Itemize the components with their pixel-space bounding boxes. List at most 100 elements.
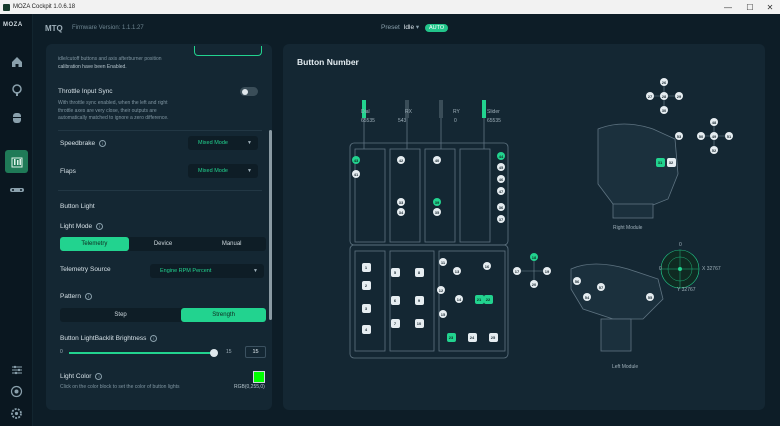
button-marker-b53: 53 — [675, 132, 683, 140]
button-marker-b47: 47 — [497, 187, 505, 195]
left-module-label: Left Module — [612, 364, 639, 370]
chevron-down-icon: ▾ — [415, 24, 420, 31]
speedbrake-label: Speedbrake i — [60, 140, 107, 147]
speedbrake-select[interactable]: Mixed Mode ▼ — [188, 136, 258, 150]
button-marker-b49: 49 — [710, 132, 718, 140]
sidebar-item-throttle[interactable] — [5, 150, 28, 173]
button-marker-b17: 17 — [513, 267, 521, 275]
sidebar-item-settings[interactable] — [5, 402, 28, 425]
button-marker-b54: 54 — [583, 293, 591, 301]
device-name: MTQ — [45, 24, 63, 33]
sidebar-item-home[interactable] — [5, 50, 28, 73]
stick-icon — [9, 187, 24, 192]
auto-badge[interactable]: AUTO — [424, 24, 449, 32]
throttle-sync-toggle[interactable] — [240, 87, 258, 96]
brightness-min: 0 — [60, 349, 63, 355]
button-marker-b10: 10 — [414, 318, 424, 328]
button-marker-b42: 42 — [397, 156, 405, 164]
preset-label: Preset — [381, 24, 400, 31]
button-marker-b44: 44 — [497, 152, 505, 160]
stick-y-value: Y 32767 — [677, 287, 696, 293]
chevron-down-icon: ▼ — [247, 168, 252, 174]
button-marker-b31: 31 — [655, 157, 665, 167]
brightness-slider-knob[interactable] — [210, 349, 218, 357]
moza-logo: MOZA — [3, 22, 23, 28]
settings-scrollbar[interactable] — [269, 130, 272, 320]
button-marker-b48: 48 — [710, 118, 718, 126]
button-marker-b8: 8 — [414, 267, 424, 277]
brightness-max: 15 — [226, 349, 232, 355]
button-marker-b57: 57 — [597, 283, 605, 291]
info-icon: i — [84, 293, 92, 300]
button-marker-b40: 40 — [433, 156, 441, 164]
button-marker-b24: 24 — [467, 332, 477, 342]
close-button[interactable]: ✕ — [760, 0, 780, 14]
button-marker-b33: 33 — [397, 198, 405, 206]
telemetry-source-select[interactable]: Engine RPM Percent ▼ — [150, 264, 264, 278]
light-mode-label: Light Mode i — [60, 223, 104, 230]
light-color-value: RGB(0,255,0) — [234, 384, 265, 390]
button-marker-b26: 26 — [660, 78, 668, 86]
slider-axis-bar — [482, 100, 486, 118]
ry-axis-bar — [439, 100, 443, 118]
throttle-sync-description: With throttle sync enabled, when the lef… — [58, 100, 169, 121]
button-marker-b43: 43 — [352, 156, 360, 164]
pattern-step[interactable]: Step — [60, 308, 181, 322]
divider — [58, 130, 262, 131]
pattern-strength[interactable]: Strength — [181, 308, 266, 322]
sidebar-item-pedals[interactable] — [5, 106, 28, 129]
selected-option-outline — [194, 46, 262, 56]
maximize-button[interactable]: ☐ — [740, 0, 760, 14]
light-color-swatch[interactable] — [253, 371, 265, 383]
info-icon: i — [96, 223, 104, 230]
brightness-input[interactable]: 15 — [245, 346, 266, 358]
button-marker-b1: 1 — [361, 262, 371, 272]
axis-slider-label: Slider — [487, 109, 500, 115]
flaps-select[interactable]: Mixed Mode ▼ — [188, 164, 258, 178]
button-light-title: Button Light — [60, 203, 95, 210]
button-marker-b15: 15 — [439, 310, 447, 318]
light-mode-device[interactable]: Device — [129, 237, 198, 251]
light-mode-telemetry[interactable]: Telemetry — [60, 237, 129, 251]
button-marker-b52: 52 — [710, 146, 718, 154]
button-marker-b20: 20 — [530, 280, 538, 288]
button-marker-b22: 22 — [483, 294, 493, 304]
axis-dial-value: 65535 — [361, 118, 375, 124]
button-marker-b23: 23 — [446, 332, 456, 342]
stick-zero-top: 0 — [679, 242, 682, 248]
button-map-diagram — [349, 82, 729, 359]
button-marker-b14: 14 — [455, 295, 463, 303]
divider — [58, 190, 262, 191]
sidebar-item-wheelbase[interactable] — [5, 78, 28, 101]
light-mode-segmented-control: Telemetry Device Manual — [60, 237, 266, 251]
preset-selector[interactable]: Preset Idle ▾ AUTO — [381, 23, 449, 32]
button-marker-b27: 27 — [646, 92, 654, 100]
sidebar-item-stick[interactable] — [5, 178, 28, 201]
button-marker-b2: 2 — [361, 280, 371, 290]
info-icon: i — [99, 140, 107, 147]
button-marker-b30: 30 — [660, 106, 668, 114]
preset-value: Idle — [403, 24, 415, 31]
button-marker-b50: 50 — [697, 132, 705, 140]
button-marker-b5: 5 — [390, 267, 400, 277]
light-mode-manual[interactable]: Manual — [197, 237, 266, 251]
minimize-button[interactable]: — — [718, 0, 738, 14]
stick-x-value: X 32767 — [702, 266, 721, 272]
right-module-label: Right Module — [613, 225, 643, 231]
stick-zero-left: 0 — [659, 266, 662, 272]
sidebar-item-help[interactable] — [5, 380, 28, 403]
button-marker-b16: 16 — [483, 262, 491, 270]
sidebar-item-sliders[interactable] — [5, 358, 28, 381]
button-marker-b9: 9 — [414, 295, 424, 305]
button-marker-b13: 13 — [453, 267, 461, 275]
button-marker-b56: 56 — [573, 277, 581, 285]
button-marker-b35: 35 — [433, 208, 441, 216]
throttle-sync-title: Throttle Input Sync — [58, 88, 113, 95]
window-titlebar: MOZA Cockpit 1.0.6.18 — ☐ ✕ — [0, 0, 780, 14]
brightness-slider-track[interactable] — [69, 352, 214, 354]
button-marker-b7: 7 — [390, 318, 400, 328]
pattern-segmented-control: Step Strength — [60, 308, 266, 322]
telemetry-source-label: Telemetry Source — [60, 266, 111, 273]
button-marker-b28: 28 — [660, 92, 668, 100]
info-icon: i — [150, 335, 158, 342]
